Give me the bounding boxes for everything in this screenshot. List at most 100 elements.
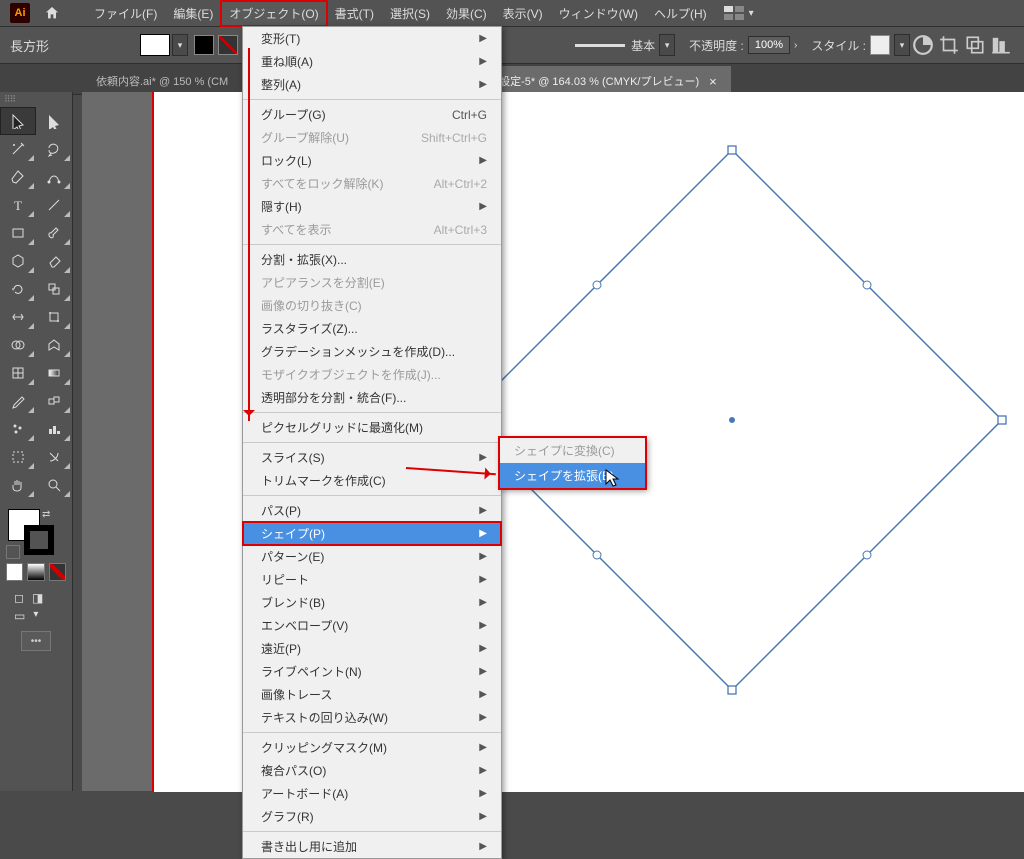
menu-オブジェクト[interactable]: オブジェクト(O) — [221, 1, 326, 26]
menu-item[interactable]: クリッピングマスク(M)▶ — [243, 736, 501, 759]
screen-mode-dropdown[interactable]: ▾ — [33, 609, 38, 623]
menu-item[interactable]: ライブペイント(N)▶ — [243, 660, 501, 683]
menu-item[interactable]: グラデーションメッシュを作成(D)... — [243, 340, 501, 363]
scale-tool[interactable] — [36, 275, 72, 303]
menu-item[interactable]: アートボード(A)▶ — [243, 782, 501, 805]
menu-書式[interactable]: 書式(T) — [327, 1, 382, 26]
menu-item[interactable]: ブレンド(B)▶ — [243, 591, 501, 614]
opacity-label: 不透明度 : — [689, 37, 744, 54]
no-stroke-icon[interactable] — [218, 35, 238, 55]
menu-効果[interactable]: 効果(C) — [438, 1, 495, 26]
stroke-box[interactable] — [24, 525, 54, 555]
graphic-style-dropdown[interactable]: ▾ — [894, 34, 910, 56]
menu-item[interactable]: 分割・拡張(X)... — [243, 248, 501, 271]
pen-tool[interactable] — [0, 163, 36, 191]
menu-item[interactable]: 遠近(P)▶ — [243, 637, 501, 660]
menu-item[interactable]: リピート▶ — [243, 568, 501, 591]
hand-tool[interactable] — [0, 471, 36, 499]
default-fill-stroke-icon[interactable] — [6, 545, 20, 559]
shape-builder-tool[interactable] — [0, 331, 36, 359]
menu-item[interactable]: スライス(S)▶ — [243, 446, 501, 469]
shaper-tool[interactable] — [0, 247, 36, 275]
blend-tool[interactable] — [36, 387, 72, 415]
color-mode[interactable] — [6, 563, 23, 581]
app-logo[interactable]: Ai — [10, 3, 30, 23]
fill-swatch[interactable] — [140, 34, 170, 56]
magic-wand-tool[interactable] — [0, 135, 36, 163]
perspective-tool[interactable] — [36, 331, 72, 359]
menu-item[interactable]: 複合パス(O)▶ — [243, 759, 501, 782]
artboard-tool[interactable] — [0, 443, 36, 471]
graphic-style-swatch[interactable] — [870, 35, 890, 55]
width-tool[interactable] — [0, 303, 36, 331]
menu-item[interactable]: グループ(G)Ctrl+G — [243, 103, 501, 126]
menu-ファイル[interactable]: ファイル(F) — [86, 1, 165, 26]
recolor-icon[interactable] — [912, 34, 934, 56]
menu-編集[interactable]: 編集(E) — [165, 1, 221, 26]
stroke-weight-preview[interactable] — [575, 44, 625, 47]
symbol-sprayer-tool[interactable] — [0, 415, 36, 443]
opacity-field[interactable]: 100% — [748, 36, 790, 54]
graph-tool[interactable] — [36, 415, 72, 443]
zoom-tool[interactable] — [36, 471, 72, 499]
stroke-style-dropdown[interactable]: ▾ — [659, 34, 675, 56]
draw-normal-icon[interactable]: ◻ — [14, 591, 24, 605]
gradient-tool[interactable] — [36, 359, 72, 387]
opacity-stepper[interactable]: › — [794, 40, 797, 51]
screen-mode-icon[interactable]: ▭ — [14, 609, 25, 623]
crop-icon[interactable] — [938, 34, 960, 56]
mesh-tool[interactable] — [0, 359, 36, 387]
menu-item[interactable]: 画像トレース▶ — [243, 683, 501, 706]
menu-item[interactable]: パターン(E)▶ — [243, 545, 501, 568]
curvature-tool[interactable] — [36, 163, 72, 191]
submenu-item[interactable]: シェイプを拡張(E) — [500, 463, 645, 488]
menu-ヘルプ[interactable]: ヘルプ(H) — [646, 1, 715, 26]
fill-dropdown[interactable]: ▾ — [172, 34, 188, 56]
selection-tool[interactable] — [0, 107, 36, 135]
menu-item[interactable]: 整列(A)▶ — [243, 73, 501, 96]
menu-item[interactable]: ラスタライズ(Z)... — [243, 317, 501, 340]
menu-item[interactable]: シェイプ(P)▶ — [243, 522, 501, 545]
eyedropper-tool[interactable] — [0, 387, 36, 415]
slice-tool[interactable] — [36, 443, 72, 471]
stroke-swatch[interactable] — [194, 35, 214, 55]
document-tab[interactable]: 依頼内容.ai* @ 150 % (CM — [82, 66, 242, 94]
menu-item[interactable]: 書き出し用に追加▶ — [243, 835, 501, 858]
home-icon[interactable] — [42, 3, 62, 23]
menu-item[interactable]: 隠す(H)▶ — [243, 195, 501, 218]
direct-selection-tool[interactable] — [36, 107, 72, 135]
close-tab-icon[interactable]: × — [709, 74, 717, 89]
menu-ウィンドウ[interactable]: ウィンドウ(W) — [551, 1, 646, 26]
rotate-tool[interactable] — [0, 275, 36, 303]
menu-item[interactable]: 重ね順(A)▶ — [243, 50, 501, 73]
menu-item: すべてをロック解除(K)Alt+Ctrl+2 — [243, 172, 501, 195]
free-transform-tool[interactable] — [36, 303, 72, 331]
menu-item[interactable]: グラフ(R)▶ — [243, 805, 501, 828]
none-mode[interactable] — [49, 563, 66, 581]
type-tool[interactable]: T — [0, 191, 36, 219]
paintbrush-tool[interactable] — [36, 219, 72, 247]
swap-fill-stroke-icon[interactable]: ⇄ — [42, 509, 50, 520]
menu-item[interactable]: テキストの回り込み(W)▶ — [243, 706, 501, 729]
menu-表示[interactable]: 表示(V) — [495, 1, 551, 26]
menu-item[interactable]: パス(P)▶ — [243, 499, 501, 522]
menu-選択[interactable]: 選択(S) — [382, 1, 438, 26]
workspace-switcher-icon[interactable]: ▾ — [723, 6, 754, 20]
selected-shape[interactable] — [452, 140, 1012, 700]
rectangle-tool[interactable] — [0, 219, 36, 247]
menu-item[interactable]: 変形(T)▶ — [243, 27, 501, 50]
line-tool[interactable] — [36, 191, 72, 219]
edit-toolbar-button[interactable]: ••• — [21, 631, 51, 651]
isolate-icon[interactable] — [964, 34, 986, 56]
eraser-tool[interactable] — [36, 247, 72, 275]
menu-item[interactable]: ピクセルグリッドに最適化(M) — [243, 416, 501, 439]
fill-stroke-control[interactable]: ⇄ — [0, 505, 72, 559]
menu-item[interactable]: エンベロープ(V)▶ — [243, 614, 501, 637]
align-icon[interactable] — [990, 34, 1012, 56]
menu-item: 画像の切り抜き(C) — [243, 294, 501, 317]
menu-item[interactable]: 透明部分を分割・統合(F)... — [243, 386, 501, 409]
gradient-mode[interactable] — [27, 563, 44, 581]
lasso-tool[interactable] — [36, 135, 72, 163]
menu-item[interactable]: ロック(L)▶ — [243, 149, 501, 172]
draw-behind-icon[interactable]: ◨ — [32, 591, 43, 605]
